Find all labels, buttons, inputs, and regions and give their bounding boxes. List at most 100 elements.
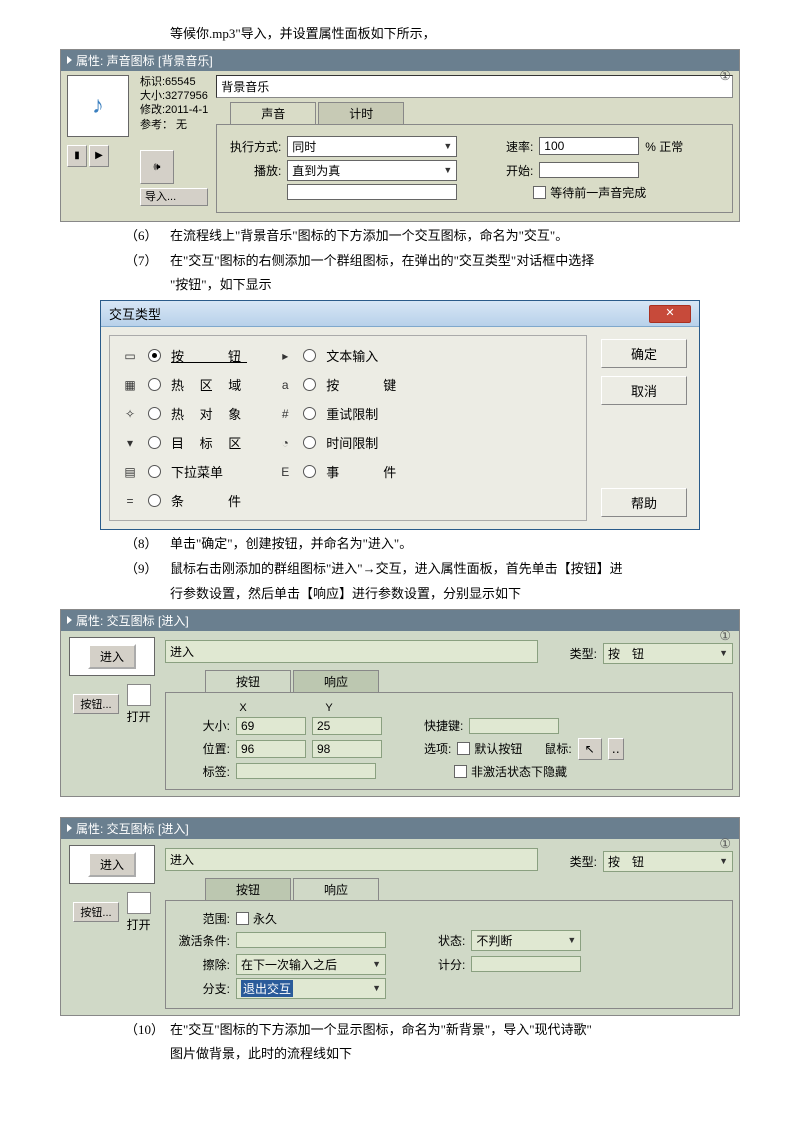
size-label: 大小:	[176, 717, 230, 734]
posy-input[interactable]: 98	[312, 740, 382, 758]
open-icon[interactable]	[127, 892, 151, 914]
type-dropdown[interactable]: 按 钮▼	[603, 643, 733, 664]
button-preview: 进入	[69, 845, 155, 884]
cursor-button[interactable]: ↖	[578, 738, 602, 760]
posx-input[interactable]: 96	[236, 740, 306, 758]
tab-response[interactable]: 响应	[293, 670, 379, 692]
help-icon[interactable]: ①	[719, 68, 731, 84]
name-input[interactable]: 进入	[165, 640, 538, 663]
type-dropdown[interactable]: 按 钮▼	[603, 851, 733, 872]
status-label: 状态:	[438, 932, 465, 949]
tab-sound[interactable]: 声音	[230, 102, 316, 124]
panel2-header: 属性: 交互图标 [进入]	[61, 610, 739, 631]
panel3-header: 属性: 交互图标 [进入]	[61, 818, 739, 839]
preview-button[interactable]: 进入	[88, 644, 136, 669]
act-label: 激活条件:	[176, 932, 230, 949]
panel-sound-props: 属性: 声音图标 [背景音乐] ① ♪ ▮ ▶ 标识:65545 大小:3277…	[60, 49, 740, 222]
file-info: 标识:65545 大小:3277956 修改:2011-4-1 参考： 无 🕪 …	[140, 75, 208, 213]
dialog-titlebar: 交互类型 ✕	[101, 301, 699, 327]
rate-input[interactable]: 100	[539, 137, 639, 155]
open-icon[interactable]	[127, 684, 151, 706]
open-label: 打开	[127, 708, 151, 725]
dialog-interaction-type: 交互类型 ✕ ▭按 钮 ▦热 区 域 ✧热 对 象 ▾目 标 区 ▤下拉菜单 =…	[100, 300, 700, 530]
stop-button[interactable]: ▮	[67, 145, 87, 167]
ok-button[interactable]: 确定	[601, 339, 687, 368]
open-label: 打开	[127, 916, 151, 933]
opt-keypress[interactable]: a按 键	[277, 375, 402, 394]
btnset-button[interactable]: 按钮...	[73, 902, 118, 922]
opt-timelimit[interactable]: ◔时间限制	[277, 433, 402, 452]
tab-button[interactable]: 按钮	[205, 878, 291, 900]
scope-label: 范围:	[176, 910, 230, 927]
intro-text: 等候你.mp3"导入，并设置属性面板如下所示，	[170, 24, 760, 45]
close-icon[interactable]: ✕	[649, 305, 691, 323]
opt-hotobj[interactable]: ✧热 对 象	[122, 404, 247, 423]
panel1-header: 属性: 声音图标 [背景音乐]	[61, 50, 739, 71]
step-6: （6）在流程线上"背景音乐"图标的下方添加一个交互图标，命名为"交互"。	[125, 226, 760, 247]
erase-label: 擦除:	[176, 956, 230, 973]
tab-button[interactable]: 按钮	[205, 670, 291, 692]
tag-input[interactable]	[236, 763, 376, 779]
start-label: 开始:	[499, 162, 533, 179]
speaker-button[interactable]: 🕪	[140, 150, 174, 184]
step-8: （8）单击"确定"，创建按钮，并命名为"进入"。	[125, 534, 760, 555]
status-dropdown[interactable]: 不判断▼	[471, 930, 581, 951]
tag-label: 标签:	[176, 763, 230, 780]
shortcut-label: 快捷键:	[424, 717, 463, 734]
branch-label: 分支:	[176, 980, 230, 997]
sizex-input[interactable]: 69	[236, 717, 306, 735]
rate-label: 速率:	[499, 138, 533, 155]
type-label: 类型:	[570, 645, 597, 662]
cursor-more[interactable]: ‥	[608, 738, 624, 760]
step-9: （9）鼠标右击刚添加的群组图标"进入"→交互，进入属性面板，首先单击【按钮】进	[125, 559, 760, 580]
branch-dropdown[interactable]: 退出交互▼	[236, 978, 386, 999]
opt-retry[interactable]: #重试限制	[277, 404, 402, 423]
help-button[interactable]: 帮助	[601, 488, 687, 517]
wait-checkbox[interactable]: 等待前一声音完成	[533, 184, 646, 201]
panel-interaction-button: 属性: 交互图标 [进入] ① 进入 按钮... 打开 进入	[60, 609, 740, 797]
preview-button[interactable]: 进入	[88, 852, 136, 877]
panel-interaction-response: 属性: 交互图标 [进入] ① 进入 按钮... 打开 进入	[60, 817, 740, 1016]
options-right: ▸文本输入 a按 键 #重试限制 ◔时间限制 E事 件	[277, 346, 402, 510]
help-icon[interactable]: ①	[719, 628, 731, 644]
help-icon[interactable]: ①	[719, 836, 731, 852]
name-input[interactable]: 进入	[165, 848, 538, 871]
scope-checkbox[interactable]: 永久	[236, 910, 277, 927]
btnset-button[interactable]: 按钮...	[73, 694, 118, 714]
play-label: 播放:	[227, 162, 281, 179]
shortcut-input[interactable]	[469, 718, 559, 734]
play-button[interactable]: ▶	[89, 145, 109, 167]
step-10: （10）在"交互"图标的下方添加一个显示图标，命名为"新背景"，导入"现代诗歌"	[125, 1020, 760, 1041]
opt-button[interactable]: ▭按 钮	[122, 346, 247, 365]
exec-label: 执行方式:	[227, 138, 281, 155]
score-input[interactable]	[471, 956, 581, 972]
tab-response[interactable]: 响应	[293, 878, 379, 900]
sizey-input[interactable]: 25	[312, 717, 382, 735]
cancel-button[interactable]: 取消	[601, 376, 687, 405]
opt-default[interactable]: 默认按钮	[457, 740, 522, 757]
button-preview: 进入	[69, 637, 155, 676]
opt-hide[interactable]: 非激活状态下隐藏	[454, 763, 567, 780]
options-label: 选项:	[424, 740, 451, 757]
act-input[interactable]	[236, 932, 386, 948]
play-dropdown[interactable]: 直到为真▼	[287, 160, 457, 181]
opt-condition[interactable]: =条 件	[122, 491, 247, 510]
import-button[interactable]: 导入...	[140, 188, 208, 206]
start-input[interactable]	[539, 162, 639, 178]
step-7b: "按钮"，如下显示	[170, 275, 760, 296]
opt-event[interactable]: E事 件	[277, 462, 402, 481]
opt-target[interactable]: ▾目 标 区	[122, 433, 247, 452]
sound-thumb: ♪	[67, 75, 129, 137]
opt-hotarea[interactable]: ▦热 区 域	[122, 375, 247, 394]
exec-dropdown[interactable]: 同时▼	[287, 136, 457, 157]
pos-label: 位置:	[176, 740, 230, 757]
cond-input[interactable]	[287, 184, 457, 200]
opt-textentry[interactable]: ▸文本输入	[277, 346, 402, 365]
step-7: （7）在"交互"图标的右侧添加一个群组图标，在弹出的"交互类型"对话框中选择	[125, 251, 760, 272]
name-input[interactable]: 背景音乐	[216, 75, 733, 98]
opt-pulldown[interactable]: ▤下拉菜单	[122, 462, 247, 481]
rate-unit: % 正常	[645, 138, 683, 155]
tab-timing[interactable]: 计时	[318, 102, 404, 124]
erase-dropdown[interactable]: 在下一次输入之后▼	[236, 954, 386, 975]
step-9b: 行参数设置，然后单击【响应】进行参数设置，分别显示如下	[170, 584, 760, 605]
